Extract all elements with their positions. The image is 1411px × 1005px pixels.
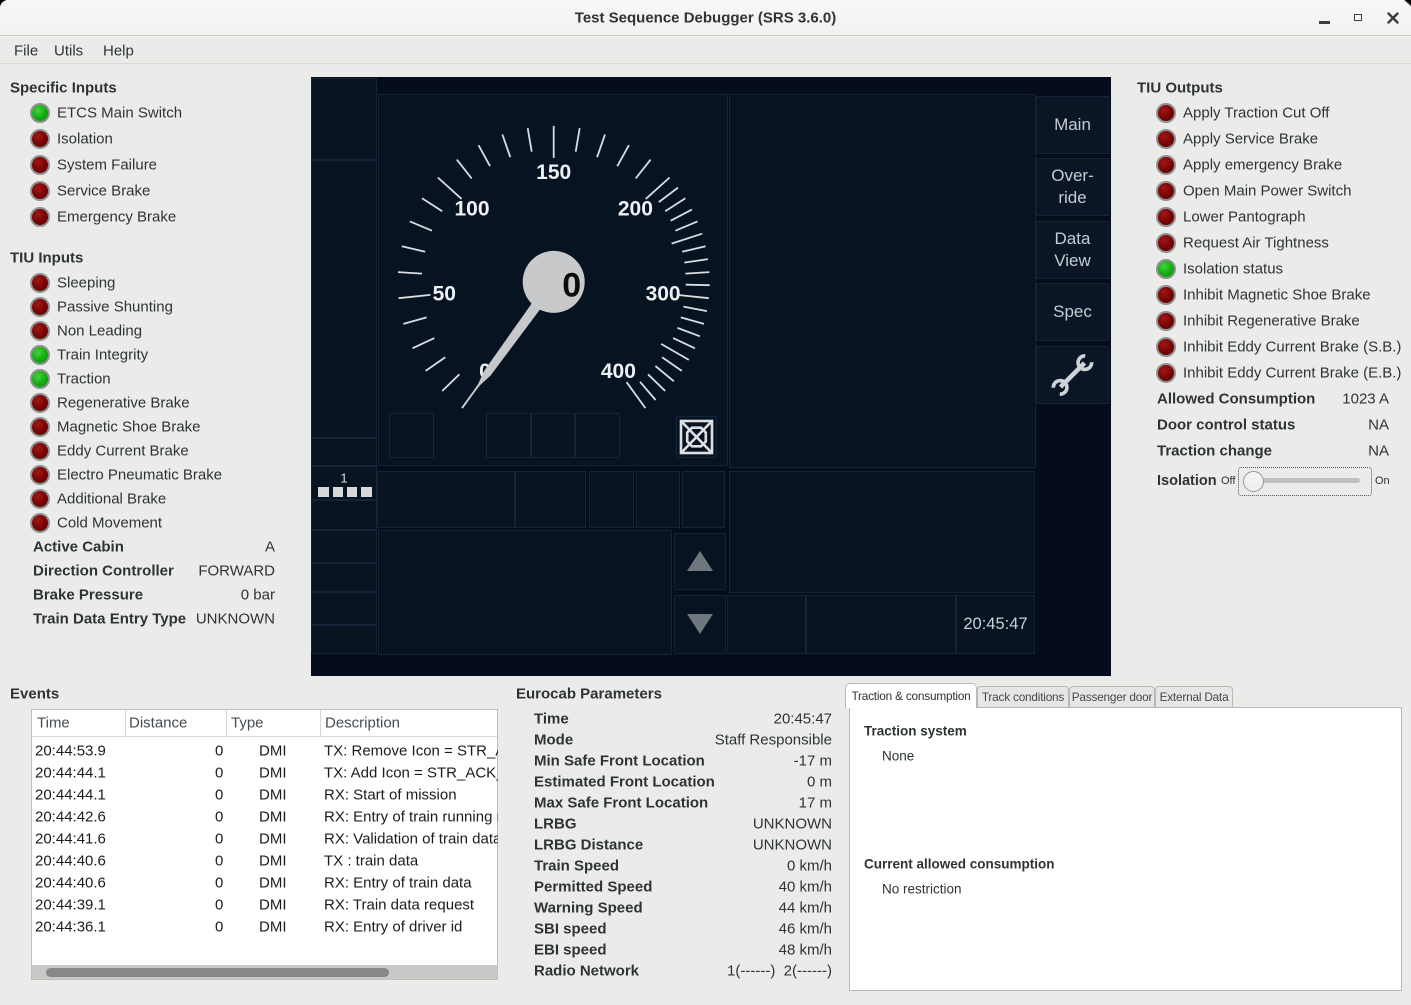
svg-text:150: 150 [536,161,571,184]
svg-text:300: 300 [646,282,681,305]
svg-text:200: 200 [618,197,653,220]
svg-text:100: 100 [454,197,489,220]
svg-text:50: 50 [433,282,456,305]
svg-text:0: 0 [562,266,581,304]
svg-text:400: 400 [601,360,636,383]
